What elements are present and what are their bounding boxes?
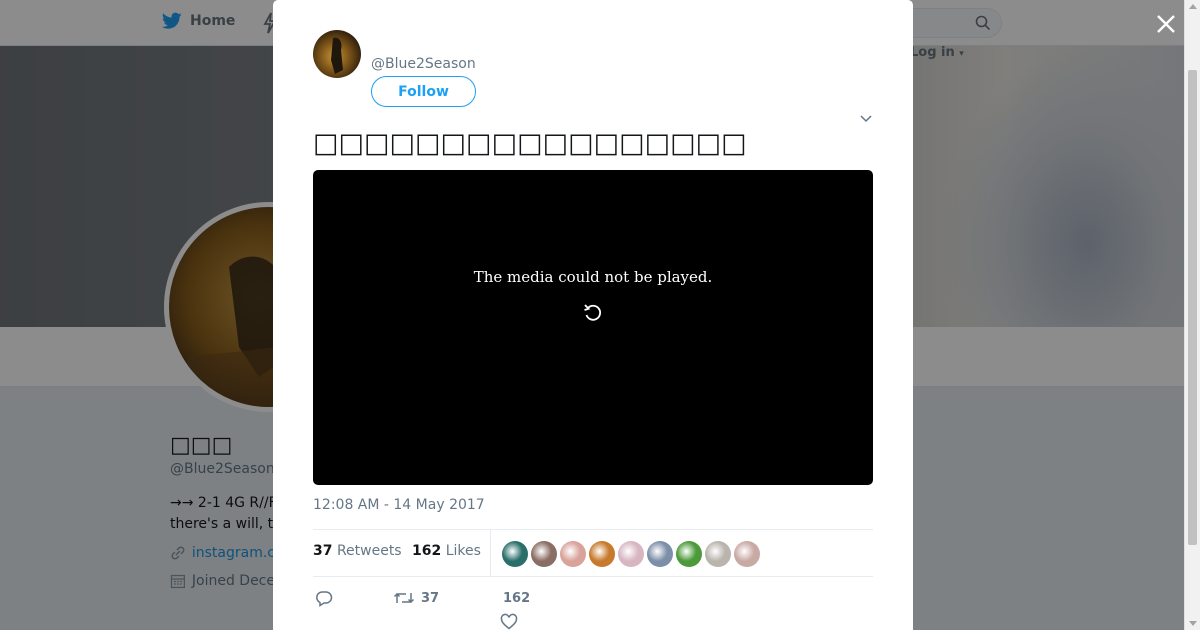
liker-6-avatar[interactable] xyxy=(647,541,673,567)
likes-label: Likes xyxy=(445,543,481,559)
reply-icon xyxy=(316,591,333,607)
retweet-action-count: 37 xyxy=(421,590,440,606)
retweet-icon xyxy=(393,592,415,604)
retweets-count: 37 xyxy=(313,543,333,559)
heart-icon xyxy=(500,613,518,630)
likes-stat[interactable]: 162 Likes xyxy=(412,543,481,559)
scroll-up-arrow-icon[interactable] xyxy=(1189,4,1197,9)
retweets-label: Retweets xyxy=(336,543,402,559)
like-count-button[interactable]: 162 xyxy=(503,591,530,606)
likers-avatars xyxy=(502,541,760,567)
chevron-down-icon[interactable] xyxy=(858,110,874,126)
like-action-count: 162 xyxy=(503,591,531,606)
scrollbar-thumb[interactable] xyxy=(1188,70,1197,545)
close-icon[interactable] xyxy=(1154,12,1178,36)
avatar-figure xyxy=(331,37,343,74)
likes-count: 162 xyxy=(412,543,442,559)
liker-3-avatar[interactable] xyxy=(560,541,586,567)
liker-4-avatar[interactable] xyxy=(589,541,615,567)
tweet-actions: 37 162 xyxy=(313,587,873,630)
tweet-stats: 37 Retweets 162 Likes xyxy=(313,529,873,577)
retry-icon[interactable] xyxy=(582,302,604,324)
liker-9-avatar[interactable] xyxy=(734,541,760,567)
media-error-message: The media could not be played. xyxy=(473,268,713,286)
retweets-stat[interactable]: 37 Retweets xyxy=(313,543,402,559)
scroll-down-arrow-icon[interactable] xyxy=(1189,621,1197,626)
tweet-author-handle[interactable]: @Blue2Season xyxy=(371,56,476,72)
stats-divider xyxy=(490,530,491,577)
follow-button[interactable]: Follow xyxy=(371,76,476,107)
tweet-author-avatar[interactable] xyxy=(313,30,361,78)
tweet-timestamp[interactable]: 12:08 AM - 14 May 2017 xyxy=(313,497,485,513)
liker-8-avatar[interactable] xyxy=(705,541,731,567)
tweet-modal: @Blue2Season Follow □□□□□□□□□□□□□□□□□ Th… xyxy=(273,0,913,630)
tweet-media-player[interactable]: The media could not be played. xyxy=(313,170,873,485)
page-scrollbar[interactable] xyxy=(1184,0,1200,630)
like-button[interactable] xyxy=(500,613,518,630)
retweet-button[interactable]: 37 xyxy=(393,589,439,607)
liker-5-avatar[interactable] xyxy=(618,541,644,567)
liker-2-avatar[interactable] xyxy=(531,541,557,567)
tweet-text: □□□□□□□□□□□□□□□□□ xyxy=(313,128,747,159)
liker-1-avatar[interactable] xyxy=(502,541,528,567)
reply-button[interactable] xyxy=(315,589,333,607)
liker-7-avatar[interactable] xyxy=(676,541,702,567)
